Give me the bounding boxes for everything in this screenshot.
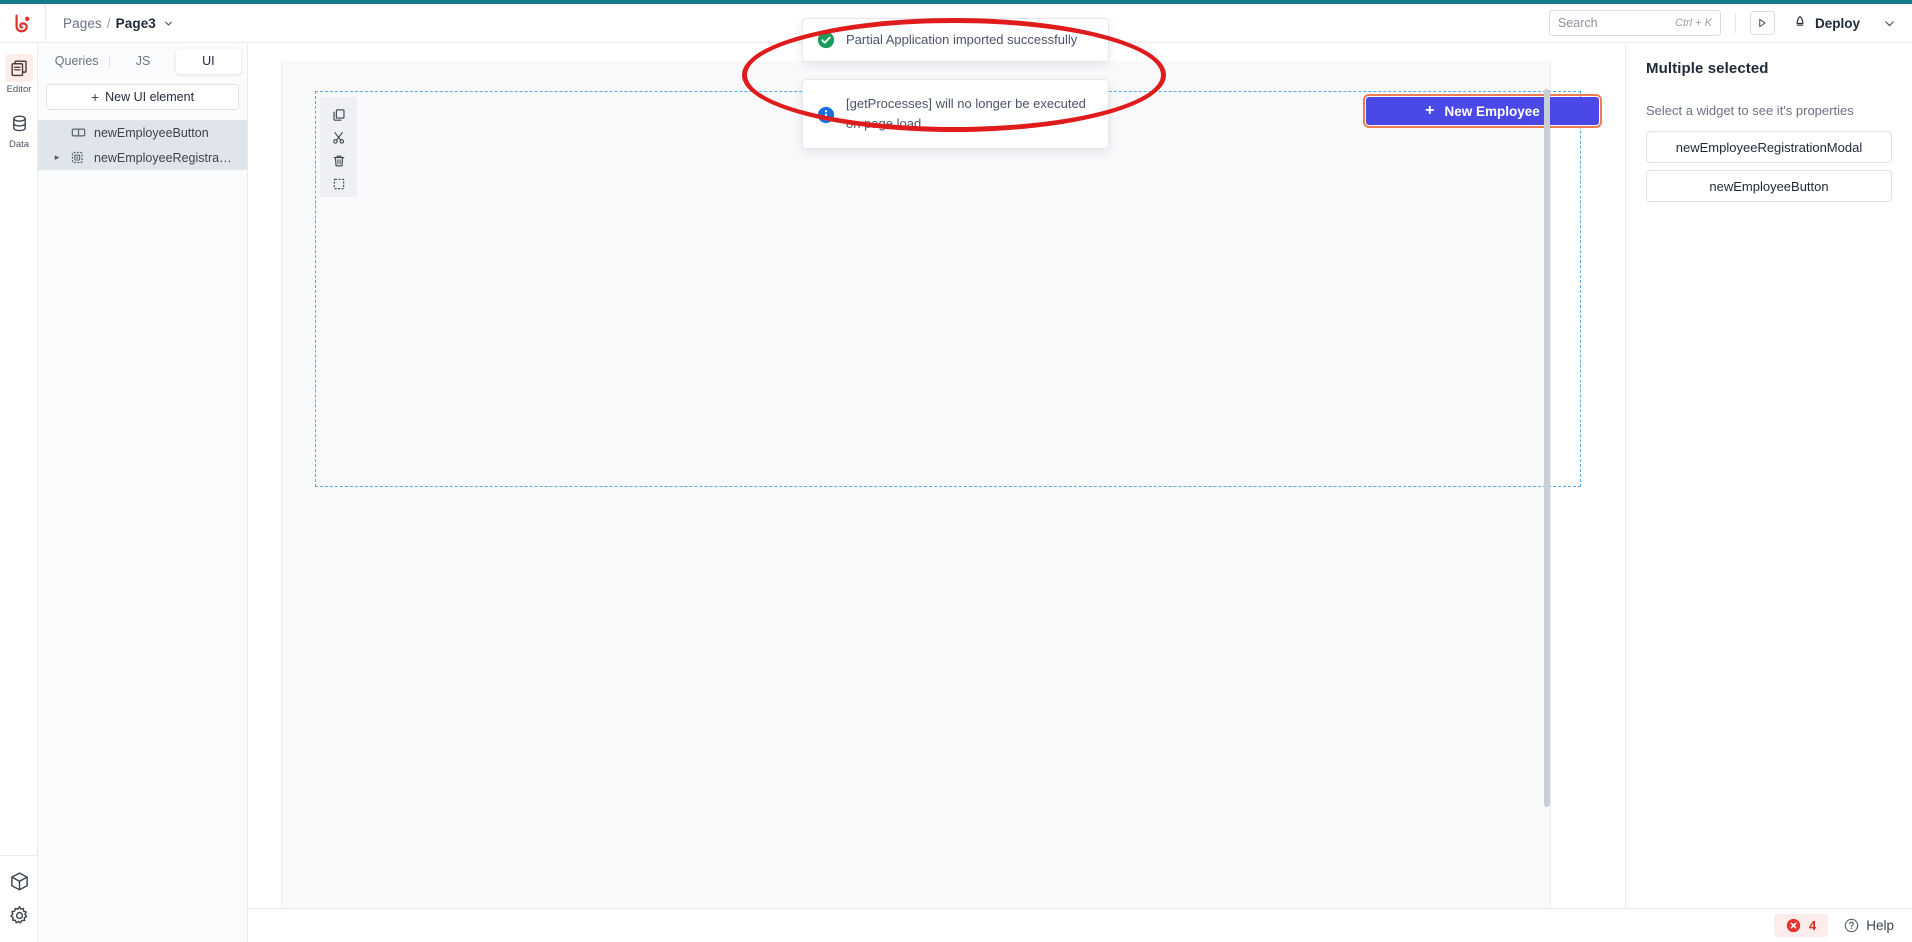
left-icon-rail: Editor Data — [0, 44, 38, 942]
tab-queries[interactable]: Queries — [44, 49, 109, 74]
select-all-dashed-icon — [332, 177, 346, 191]
rocket-icon — [1792, 15, 1808, 31]
new-ui-element-button[interactable]: + New UI element — [46, 84, 239, 110]
toast-stack: Partial Application imported successfull… — [802, 18, 1109, 149]
editor-pages-icon — [10, 59, 29, 78]
toast-success[interactable]: Partial Application imported successfull… — [802, 18, 1109, 62]
breadcrumb-root[interactable]: Pages — [63, 16, 102, 31]
error-count-badge[interactable]: 4 — [1774, 914, 1828, 937]
app-logo[interactable] — [0, 4, 46, 43]
button-widget-icon — [70, 125, 86, 141]
copy-icon — [332, 108, 346, 122]
settings-button[interactable] — [8, 904, 30, 926]
rail-item-editor[interactable]: Editor — [0, 48, 38, 95]
widget-list-item-newemployeeregistrationmodal[interactable]: ▸ newEmployeeRegistration... — [38, 145, 247, 170]
new-ui-element-label: New UI element — [105, 90, 194, 104]
libraries-button[interactable] — [8, 870, 30, 892]
gear-settings-icon — [9, 905, 30, 926]
chip-label: newEmployeeRegistrationModal — [1676, 140, 1862, 155]
rail-label-data: Data — [9, 139, 29, 150]
property-panel-subtitle: Select a widget to see it's properties — [1646, 103, 1892, 118]
rail-icon-box-data — [5, 109, 33, 137]
deploy-chevron-down-icon[interactable] — [1883, 17, 1896, 30]
search-placeholder: Search — [1558, 16, 1675, 30]
preview-play-button[interactable] — [1750, 11, 1775, 35]
canvas-area[interactable]: + New Employee — [248, 44, 1625, 942]
explorer-panel: Queries JS UI + New UI element ▸ — [38, 44, 248, 942]
explorer-tabs: Queries JS UI — [38, 44, 247, 74]
select-all-button[interactable] — [320, 172, 357, 195]
delete-trash-icon — [332, 154, 346, 168]
toast-info[interactable]: [getProcesses] will no longer be execute… — [802, 79, 1109, 149]
plus-icon: + — [1425, 103, 1434, 119]
tab-ui-label: UI — [202, 54, 215, 68]
error-count-label: 4 — [1809, 918, 1816, 933]
help-button[interactable]: Help — [1844, 918, 1894, 933]
tab-queries-label: Queries — [55, 54, 99, 68]
selection-region — [315, 91, 1581, 487]
appsmith-logo-icon — [12, 12, 34, 34]
rail-label-editor: Editor — [7, 84, 32, 95]
cut-button[interactable] — [320, 126, 357, 149]
widget-label: newEmployeeRegistration... — [94, 151, 234, 165]
widget-mini-toolbar — [320, 97, 357, 197]
play-icon — [1756, 17, 1768, 29]
breadcrumb-separator: / — [107, 16, 111, 31]
breadcrumb[interactable]: Pages / Page3 — [46, 16, 174, 31]
breadcrumb-current-page[interactable]: Page3 — [116, 16, 156, 31]
chip-label: newEmployeeButton — [1709, 179, 1828, 194]
plus-icon: + — [91, 90, 99, 104]
widget-list-item-newemployeebutton[interactable]: ▸ newEmployeeButton — [38, 120, 247, 145]
toast-success-message: Partial Application imported successfull… — [846, 30, 1077, 50]
tab-js-label: JS — [136, 54, 151, 68]
rail-bottom-group — [0, 855, 38, 942]
new-employee-button-label: New Employee — [1445, 104, 1540, 119]
cube-libraries-icon — [9, 871, 30, 892]
help-label: Help — [1866, 918, 1894, 933]
tab-ui[interactable]: UI — [176, 49, 241, 74]
info-circle-icon — [817, 106, 835, 124]
rail-item-data[interactable]: Data — [0, 103, 38, 150]
rail-icon-box-editor — [5, 54, 33, 82]
cut-scissors-icon — [332, 131, 346, 145]
toolbar-divider — [1735, 13, 1736, 33]
error-circle-icon — [1786, 918, 1801, 933]
delete-button[interactable] — [320, 149, 357, 172]
property-panel: Multiple selected Select a widget to see… — [1625, 44, 1912, 942]
widget-label: newEmployeeButton — [94, 126, 209, 140]
status-bar: 4 Help — [248, 908, 1912, 942]
tab-js[interactable]: JS — [110, 49, 175, 74]
selected-widget-chip-button[interactable]: newEmployeeButton — [1646, 170, 1892, 202]
question-circle-icon — [1844, 918, 1859, 933]
search-shortcut-hint: Ctrl + K — [1675, 17, 1712, 29]
modal-widget-icon — [70, 150, 86, 166]
copy-button[interactable] — [320, 103, 357, 126]
app-root: Pages / Page3 / Untitled application Sea… — [0, 0, 1912, 942]
deploy-button[interactable]: Deploy — [1790, 11, 1898, 35]
canvas-scrollbar[interactable] — [1544, 89, 1550, 807]
check-circle-icon — [817, 31, 835, 49]
canvas-page-surface[interactable]: + New Employee — [281, 61, 1551, 942]
database-icon — [10, 114, 29, 133]
new-employee-button[interactable]: + New Employee — [1366, 97, 1599, 125]
property-panel-title: Multiple selected — [1646, 60, 1892, 77]
search-input[interactable]: Search Ctrl + K — [1549, 10, 1721, 36]
widget-list: ▸ newEmployeeButton ▸ — [38, 120, 247, 170]
expand-caret-icon[interactable]: ▸ — [52, 152, 62, 163]
chevron-down-icon[interactable] — [163, 18, 174, 29]
selected-widget-chip-modal[interactable]: newEmployeeRegistrationModal — [1646, 131, 1892, 163]
deploy-label: Deploy — [1815, 16, 1860, 31]
top-bar-right-group: Search Ctrl + K Deploy — [1549, 4, 1912, 43]
toast-info-message: [getProcesses] will no longer be execute… — [846, 94, 1094, 134]
